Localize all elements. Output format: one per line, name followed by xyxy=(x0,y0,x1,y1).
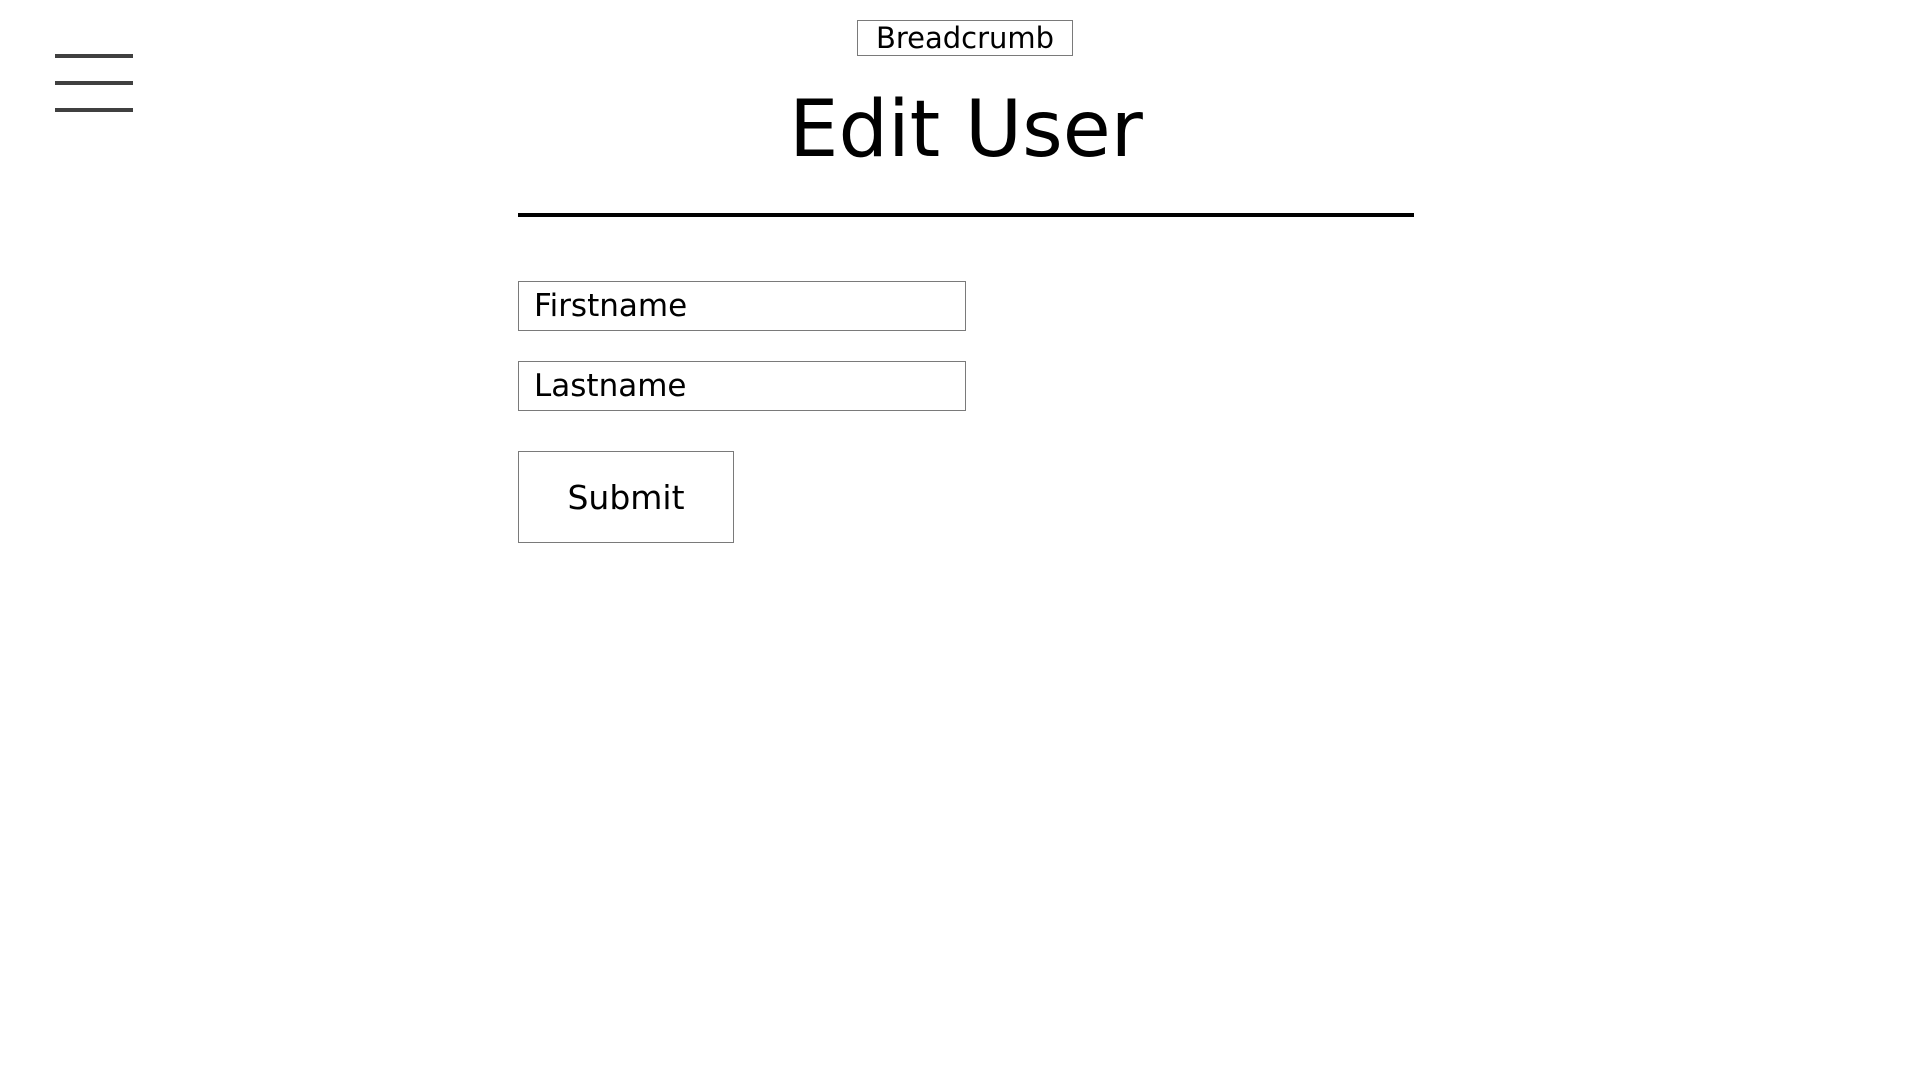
menu-bar-middle xyxy=(55,81,133,85)
submit-button[interactable]: Submit xyxy=(518,451,734,543)
title-divider xyxy=(518,213,1414,217)
page-title: Edit User xyxy=(789,85,1143,175)
lastname-input[interactable] xyxy=(518,361,966,411)
menu-bar-top xyxy=(55,54,133,58)
breadcrumb[interactable]: Breadcrumb xyxy=(857,20,1073,56)
menu-bar-bottom xyxy=(55,108,133,112)
firstname-input[interactable] xyxy=(518,281,966,331)
hamburger-menu-icon[interactable] xyxy=(55,54,133,112)
edit-user-page: Breadcrumb Edit User Submit xyxy=(0,0,1920,1080)
